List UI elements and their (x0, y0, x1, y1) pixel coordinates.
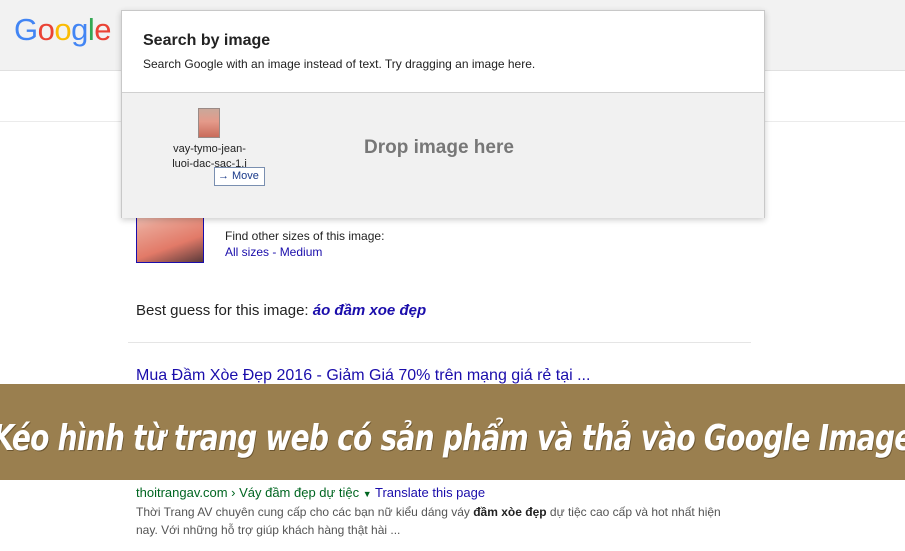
result-url-text: thoitrangav.com › Váy đầm đẹp dự tiệc (136, 485, 360, 500)
best-guess-link[interactable]: áo đầm xoe đẹp (313, 302, 426, 319)
logo-letter: o (54, 12, 72, 47)
dragged-image-icon[interactable] (198, 108, 220, 138)
move-label: Move (232, 170, 259, 182)
find-sizes-label: Find other sizes of this image: (225, 229, 385, 243)
translate-page-link[interactable]: Translate this page (375, 485, 485, 500)
move-cursor-badge: → Move (214, 167, 265, 186)
sizes-links: All sizes - Medium (225, 245, 322, 259)
search-by-image-dialog: Search by image Search Google with an im… (121, 10, 765, 218)
logo-letter: g (71, 12, 88, 47)
snippet-highlight: đầm xòe đẹp (473, 505, 547, 519)
logo-letter: o (37, 12, 55, 47)
dialog-title: Search by image (143, 32, 271, 49)
dialog-subtitle: Search Google with an image instead of t… (143, 57, 536, 71)
medium-size-link[interactable]: Medium (280, 245, 323, 259)
best-guess: Best guess for this image: áo đầm xoe đẹ… (136, 302, 426, 319)
caret-down-icon[interactable]: ▼ (363, 489, 372, 499)
result-url: thoitrangav.com › Váy đầm đẹp dự tiệc ▼ … (136, 485, 485, 500)
caption-text: Kéo hình từ trang web có sản phẩm và thả… (0, 417, 905, 459)
image-drop-zone[interactable]: vay-tymo-jean-luoi-dac-sac-1.j → Move Dro… (122, 92, 764, 218)
drop-image-label: Drop image here (364, 137, 514, 158)
google-logo[interactable]: Google (14, 12, 112, 48)
result-title-link[interactable]: Mua Đầm Xòe Đẹp 2016 - Giảm Giá 70% trên… (136, 367, 590, 385)
caption-banner: Kéo hình từ trang web có sản phẩm và thả… (0, 384, 905, 480)
page: Google Find other sizes of this image: A… (0, 0, 905, 551)
result-snippet: Thời Trang AV chuyên cung cấp cho các bạ… (136, 503, 736, 539)
arrow-right-icon: → (218, 170, 229, 182)
logo-letter: e (94, 12, 112, 47)
snippet-text: Thời Trang AV chuyên cung cấp cho các bạ… (136, 505, 474, 519)
best-guess-label: Best guess for this image: (136, 302, 313, 319)
logo-letter: G (14, 12, 38, 47)
divider (128, 342, 751, 343)
size-separator: - (269, 245, 280, 259)
all-sizes-link[interactable]: All sizes (225, 245, 269, 259)
